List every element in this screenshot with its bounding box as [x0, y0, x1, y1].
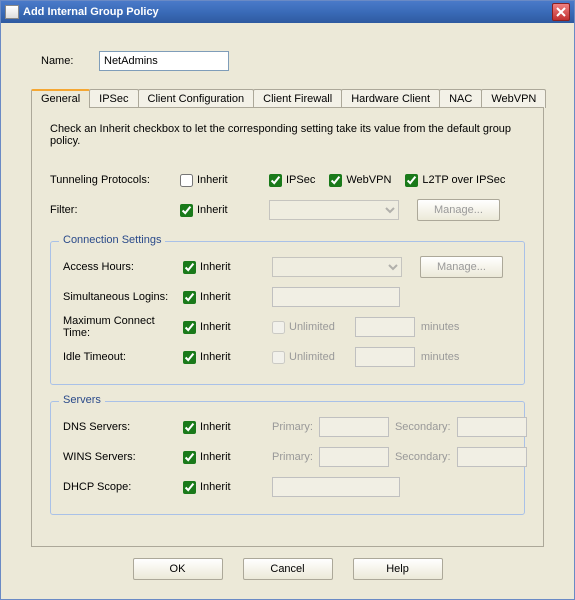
dhcp-input[interactable]	[272, 477, 400, 497]
titlebar: Add Internal Group Policy	[1, 1, 574, 23]
sim-logins-input[interactable]	[272, 287, 400, 307]
close-icon	[556, 7, 566, 17]
filter-inherit-checkbox[interactable]	[180, 204, 193, 217]
dns-primary-input[interactable]	[319, 417, 389, 437]
connection-settings-group: Connection Settings Access Hours: Inheri…	[50, 241, 525, 385]
tab-nac[interactable]: NAC	[439, 89, 482, 108]
wins-secondary-label: Secondary:	[395, 451, 451, 463]
max-connect-label: Maximum Connect Time:	[63, 315, 183, 339]
tab-panel-general: Check an Inherit checkbox to let the cor…	[31, 107, 544, 547]
name-label: Name:	[41, 55, 99, 67]
tunneling-webvpn-checkbox[interactable]	[329, 174, 342, 187]
wins-label: WINS Servers:	[63, 451, 183, 463]
filter-combo[interactable]	[269, 200, 399, 220]
dns-label: DNS Servers:	[63, 421, 183, 433]
max-connect-inherit-checkbox[interactable]	[183, 321, 196, 334]
wins-primary-label: Primary:	[272, 451, 313, 463]
idle-timeout-unlimited-checkbox[interactable]	[272, 351, 285, 364]
max-connect-input[interactable]	[355, 317, 415, 337]
servers-title: Servers	[59, 394, 105, 406]
intro-text: Check an Inherit checkbox to let the cor…	[50, 123, 525, 147]
wins-secondary-input[interactable]	[457, 447, 527, 467]
dns-secondary-label: Secondary:	[395, 421, 451, 433]
idle-timeout-label: Idle Timeout:	[63, 351, 183, 363]
ok-button[interactable]: OK	[133, 558, 223, 580]
access-hours-combo[interactable]	[272, 257, 402, 277]
tab-client-config[interactable]: Client Configuration	[138, 89, 255, 108]
help-button[interactable]: Help	[353, 558, 443, 580]
connection-settings-title: Connection Settings	[59, 234, 165, 246]
tunneling-l2tp-checkbox[interactable]	[405, 174, 418, 187]
tab-general[interactable]: General	[31, 89, 90, 108]
tabstrip: General IPSec Client Configuration Clien…	[31, 89, 554, 108]
sim-logins-inherit-checkbox[interactable]	[183, 291, 196, 304]
dhcp-label: DHCP Scope:	[63, 481, 183, 493]
tab-ipsec[interactable]: IPSec	[89, 89, 138, 108]
filter-manage-button[interactable]: Manage...	[417, 199, 500, 221]
tab-hardware-client[interactable]: Hardware Client	[341, 89, 440, 108]
idle-timeout-units: minutes	[421, 351, 460, 363]
dialog-body: Name: General IPSec Client Configuration…	[1, 23, 574, 590]
cancel-button[interactable]: Cancel	[243, 558, 333, 580]
access-hours-manage-button[interactable]: Manage...	[420, 256, 503, 278]
dns-primary-label: Primary:	[272, 421, 313, 433]
filter-label: Filter:	[50, 204, 180, 216]
window-title: Add Internal Group Policy	[23, 6, 159, 18]
name-input[interactable]	[99, 51, 229, 71]
dialog-footer: OK Cancel Help	[21, 558, 554, 580]
idle-timeout-input[interactable]	[355, 347, 415, 367]
tunneling-label: Tunneling Protocols:	[50, 174, 180, 186]
sim-logins-label: Simultaneous Logins:	[63, 291, 183, 303]
wins-primary-input[interactable]	[319, 447, 389, 467]
servers-group: Servers DNS Servers: Inherit Primary: Se…	[50, 401, 525, 515]
close-button[interactable]	[552, 3, 570, 21]
tunneling-ipsec-checkbox[interactable]	[269, 174, 282, 187]
dhcp-inherit-checkbox[interactable]	[183, 481, 196, 494]
dns-secondary-input[interactable]	[457, 417, 527, 437]
app-icon	[5, 5, 19, 19]
access-hours-inherit-checkbox[interactable]	[183, 261, 196, 274]
tab-client-firewall[interactable]: Client Firewall	[253, 89, 342, 108]
tab-webvpn[interactable]: WebVPN	[481, 89, 546, 108]
idle-timeout-inherit-checkbox[interactable]	[183, 351, 196, 364]
access-hours-label: Access Hours:	[63, 261, 183, 273]
max-connect-unlimited-checkbox[interactable]	[272, 321, 285, 334]
dns-inherit-checkbox[interactable]	[183, 421, 196, 434]
max-connect-units: minutes	[421, 321, 460, 333]
wins-inherit-checkbox[interactable]	[183, 451, 196, 464]
tunneling-inherit-checkbox[interactable]	[180, 174, 193, 187]
